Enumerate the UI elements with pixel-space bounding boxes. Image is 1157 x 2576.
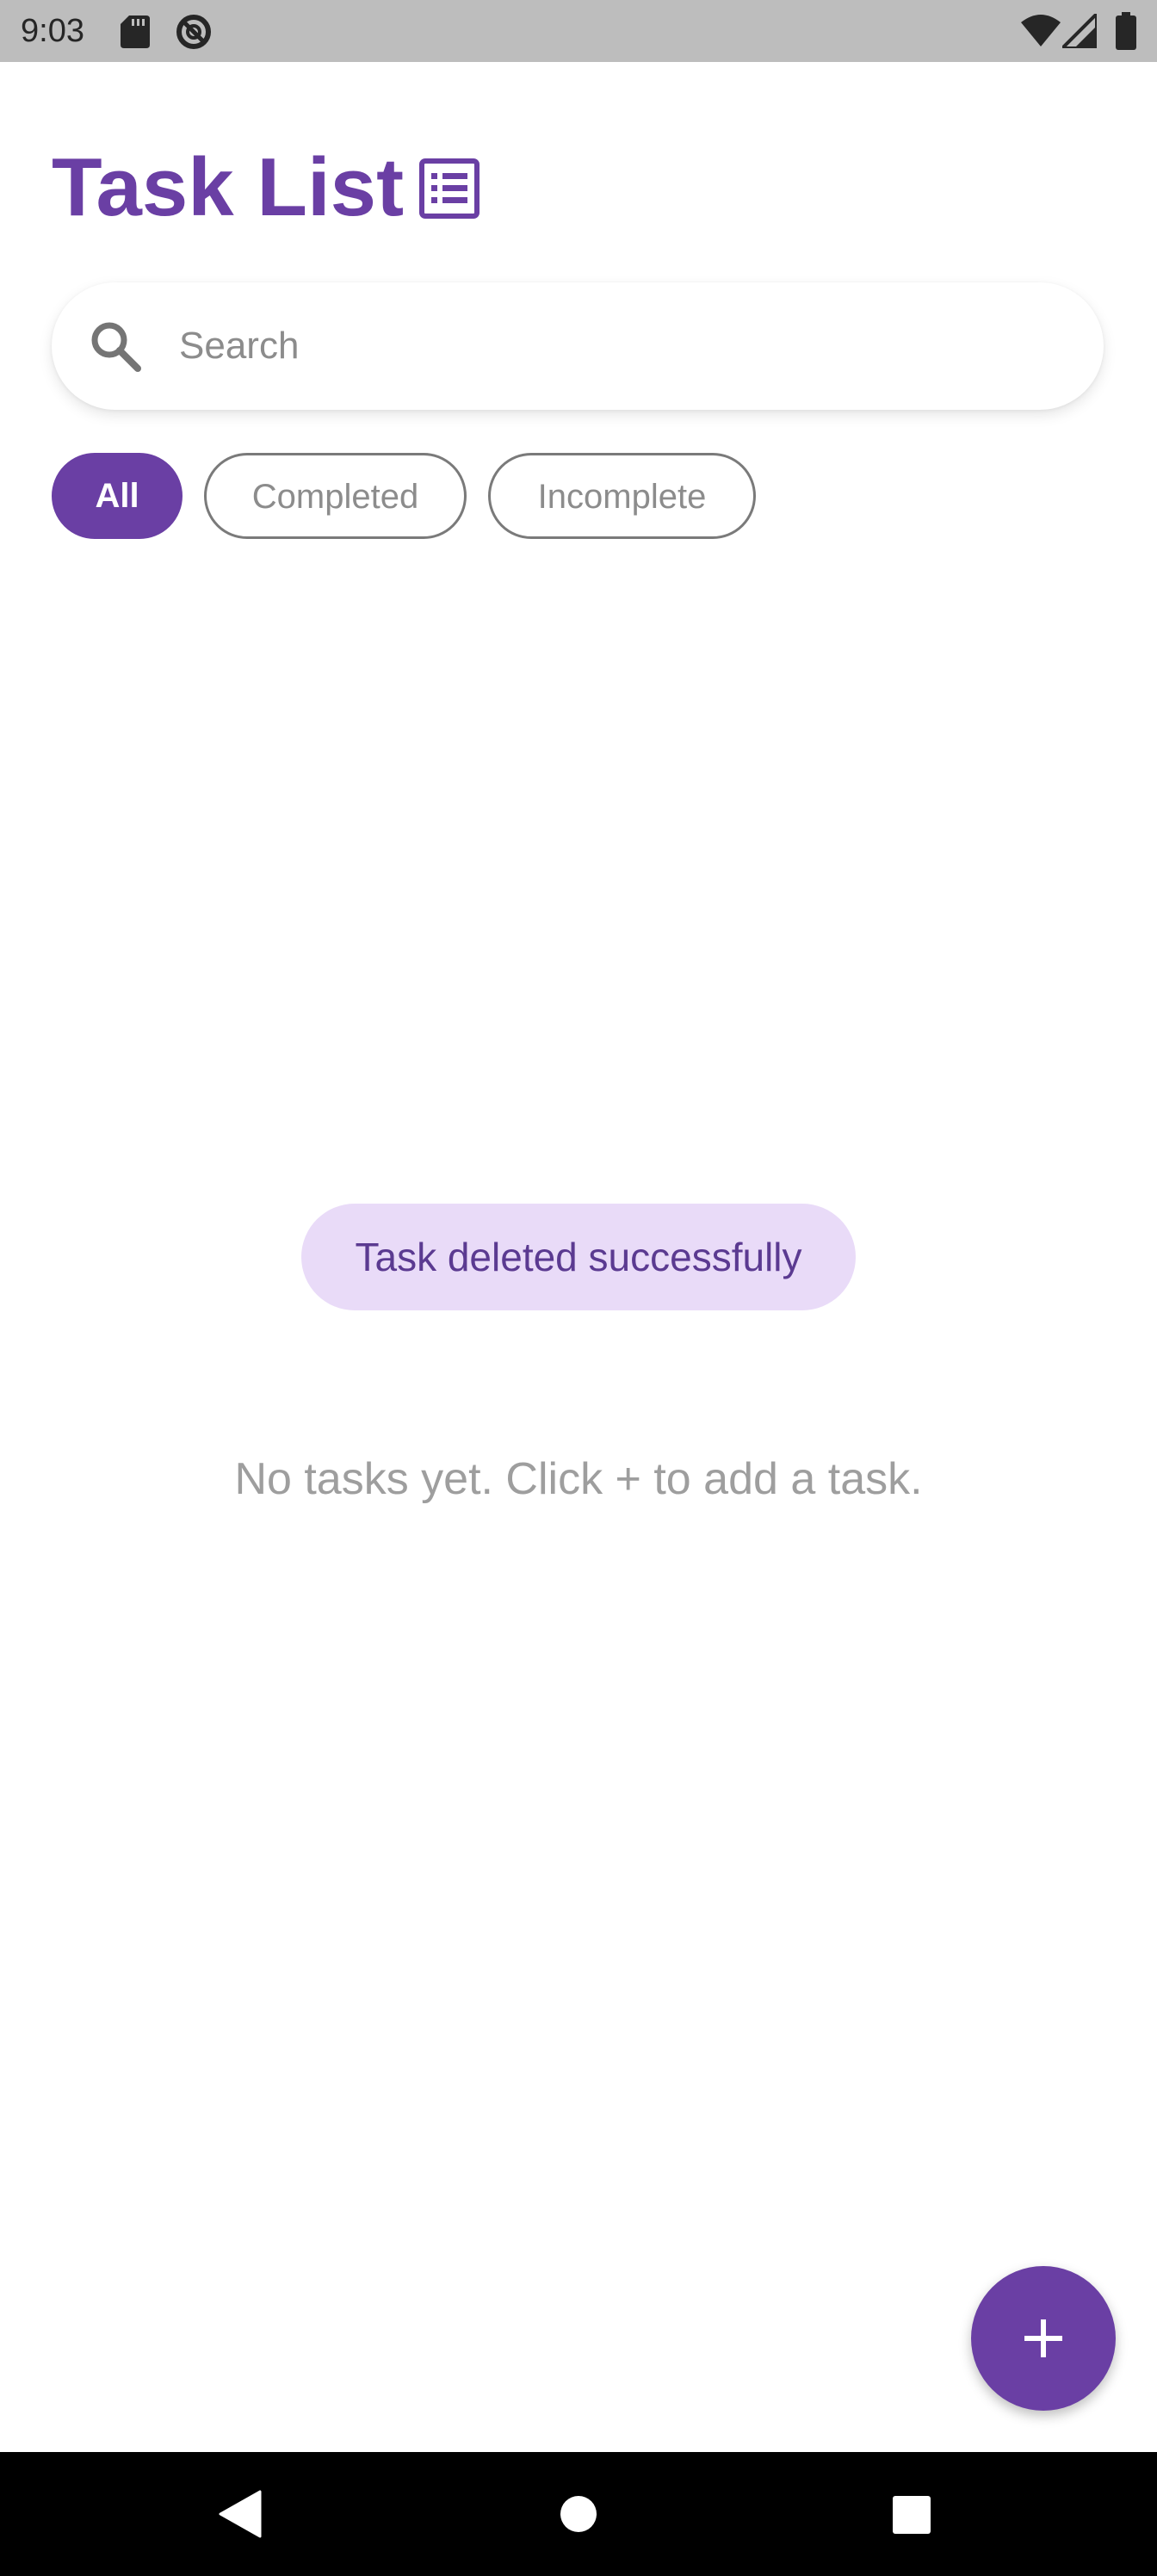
status-bar: 9:03 xyxy=(0,0,1157,62)
home-icon[interactable] xyxy=(560,2495,597,2533)
search-icon xyxy=(91,322,141,372)
app-screen: 9:03 Task List Search All Completed Inco… xyxy=(0,0,1157,2576)
add-task-button[interactable] xyxy=(971,2266,1116,2411)
toast-message: Task deleted successfully xyxy=(301,1204,856,1310)
filter-chip-completed[interactable]: Completed xyxy=(204,453,467,539)
battery-icon xyxy=(1116,12,1136,50)
search-input[interactable] xyxy=(177,312,1038,381)
status-time: 9:03 xyxy=(21,13,84,49)
back-icon[interactable] xyxy=(219,2490,262,2538)
filter-chip-incomplete[interactable]: Incomplete xyxy=(488,453,756,539)
plus-icon xyxy=(1024,2319,1062,2357)
recents-icon[interactable] xyxy=(892,2495,931,2535)
search-bar[interactable] xyxy=(52,282,1104,410)
empty-state-message: No tasks yet. Click + to add a task. xyxy=(234,1454,923,1504)
filter-chip-all[interactable]: All xyxy=(52,453,183,539)
navigation-bar xyxy=(0,2452,1157,2576)
list-icon xyxy=(419,158,480,219)
do-not-disturb-icon xyxy=(176,15,211,49)
wifi-icon xyxy=(1021,15,1061,46)
page-title: Task List xyxy=(52,141,405,233)
sd-card-icon xyxy=(121,15,150,48)
signal-icon xyxy=(1062,14,1097,48)
